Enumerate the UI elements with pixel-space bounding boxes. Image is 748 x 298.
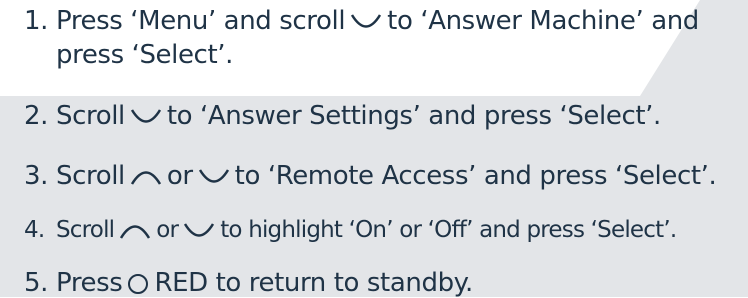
scroll-up-icon xyxy=(129,167,163,187)
step-1-continuation: press ‘Select’. xyxy=(56,40,233,70)
step-text: to ‘Remote Access’ and press ‘Select’. xyxy=(234,161,717,191)
step-3: 3. Scroll or to ‘Remote Access’ and press ‘… xyxy=(24,161,717,191)
step-text: to highlight ‘On’ or ‘Off’ and press ‘Se… xyxy=(220,217,677,243)
step-text: Scroll xyxy=(56,101,125,131)
step-text: to ‘Answer Machine’ and xyxy=(387,6,699,36)
instruction-steps: 1. Press ‘Menu’ and scroll to ‘Answer Mach… xyxy=(0,0,748,298)
step-text: to ‘Answer Settings’ and press ‘Select’. xyxy=(166,101,661,131)
step-number: 2. xyxy=(24,101,49,131)
step-text: Press ‘Menu’ and scroll xyxy=(56,6,346,36)
step-text: Scroll xyxy=(56,161,125,191)
step-text: RED to return to standby. xyxy=(154,268,473,298)
step-text: Press xyxy=(56,268,123,298)
step-5: 5. Press RED to return to standby. xyxy=(24,268,473,298)
step-number: 3. xyxy=(24,161,49,191)
scroll-down-icon xyxy=(182,221,216,241)
scroll-down-icon xyxy=(349,12,383,32)
scroll-down-icon xyxy=(129,107,163,127)
or-text: or xyxy=(166,161,193,191)
step-number: 5. xyxy=(24,268,49,298)
step-4: 4. Scroll or to highlight ‘On’ or ‘Off’ and… xyxy=(24,215,677,245)
step-2: 2. Scroll to ‘Answer Settings’ and press ‘… xyxy=(24,101,661,131)
or-text: or xyxy=(156,217,179,243)
scroll-down-icon xyxy=(197,167,231,187)
scroll-up-icon xyxy=(118,221,152,241)
red-button-icon xyxy=(126,272,150,296)
step-text: Scroll xyxy=(56,217,115,243)
step-1: 1. Press ‘Menu’ and scroll to ‘Answer Mach… xyxy=(24,6,699,36)
step-number: 1. xyxy=(24,6,49,36)
step-number: 4. xyxy=(24,217,45,243)
step-text: press ‘Select’. xyxy=(56,40,233,70)
